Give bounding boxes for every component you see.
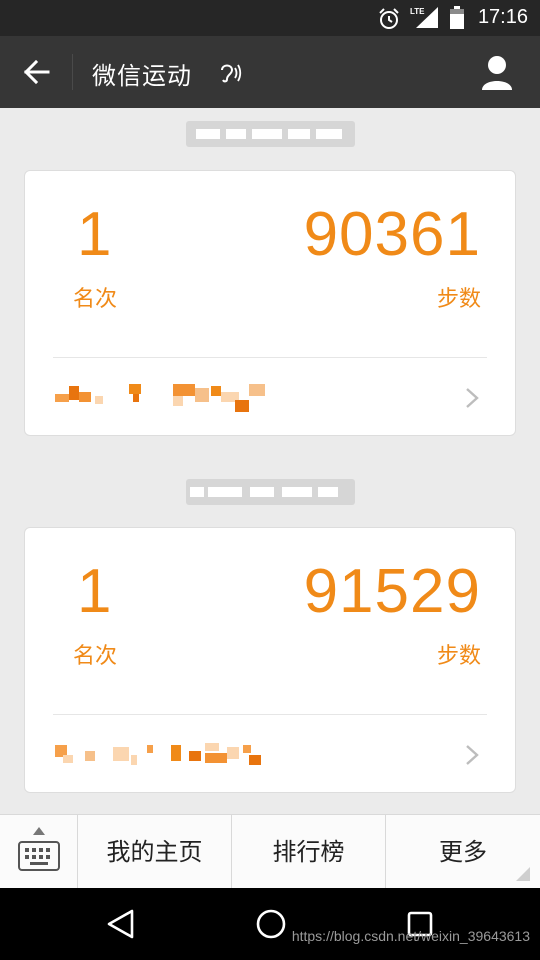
date-label-blurred [186,121,355,147]
menu-item-leaderboard[interactable]: 排行榜 [232,815,386,889]
rank-card: 1 名次 91529 步数 [24,527,516,793]
svg-text:LTE: LTE [410,7,425,16]
submenu-corner-icon [516,867,530,881]
steps-number: 91529 [303,557,481,626]
system-navigation-bar: https://blog.csdn.net/weixin_39643613 [0,888,540,960]
date-label-blurred [186,479,355,505]
watermark-text: https://blog.csdn.net/weixin_39643613 [291,928,530,944]
battery-icon [450,6,464,29]
chevron-right-icon [466,745,479,765]
rank-label: 名次 [73,644,118,669]
keyboard-toggle-button[interactable] [0,815,78,889]
steps-number: 90361 [303,200,481,269]
menu-item-more[interactable]: 更多 [386,815,540,889]
rank-card: 1 名次 90361 步数 [24,170,516,436]
alarm-icon [379,8,399,29]
rank-label: 名次 [73,287,118,312]
steps-label: 步数 [436,287,481,312]
bottom-menu-bar: 我的主页 排行榜 更多 [0,814,540,889]
caret-up-icon [33,827,45,835]
earpiece-icon[interactable] [216,60,242,86]
keyboard-icon [18,841,60,871]
rank-number: 1 [77,557,112,626]
back-arrow-icon[interactable] [14,50,58,94]
profile-icon[interactable] [474,50,520,96]
lte-signal-icon: LTE [410,7,438,28]
title-divider [72,54,73,90]
menu-item-my-homepage[interactable]: 我的主页 [78,815,232,889]
card-footer-link[interactable] [25,358,515,436]
chevron-right-icon [466,388,479,408]
rank-number: 1 [77,200,112,269]
status-bar: LTE 17:16 [0,0,540,36]
status-time: 17:16 [477,6,528,28]
nav-home-icon[interactable] [255,908,287,940]
page-title: 微信运动 [92,62,192,90]
title-bar: 微信运动 [0,36,540,108]
blurred-name-mosaic [55,737,275,767]
menu-item-more-label: 更多 [439,838,487,866]
nav-back-icon[interactable] [106,908,136,940]
steps-label: 步数 [436,644,481,669]
card-footer-link[interactable] [25,715,515,793]
blurred-name-mosaic [55,380,275,412]
